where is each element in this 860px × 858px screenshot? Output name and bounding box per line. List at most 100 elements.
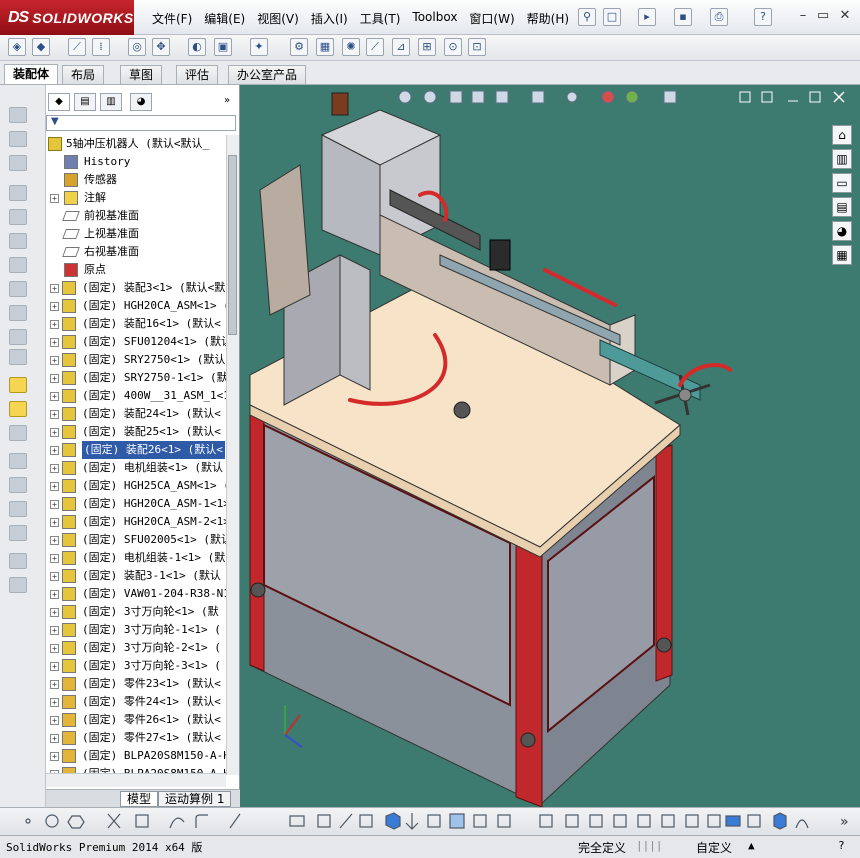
tree-row[interactable]: + (固定) 零件27<1> (默认< — [46, 729, 226, 747]
view-palette-icon[interactable]: ▤ — [832, 197, 852, 217]
save-icon[interactable]: ▪ — [674, 8, 692, 26]
menu-item-3[interactable]: 插入(I) — [305, 8, 354, 29]
expand-icon[interactable]: + — [50, 464, 59, 473]
expand-icon[interactable]: + — [50, 392, 59, 401]
edit-component-strip-icon[interactable] — [9, 107, 27, 123]
command-tab-1[interactable]: 布局 — [62, 65, 105, 84]
assembly-features-strip-icon[interactable] — [9, 329, 27, 345]
command-tab-0[interactable]: 装配体 — [4, 64, 59, 84]
expand-icon[interactable]: + — [50, 572, 59, 581]
feature-manager-tab-icon[interactable]: ◆ — [48, 93, 70, 111]
linear-pattern-icon[interactable]: ⁞ — [92, 38, 110, 56]
expand-icon[interactable]: + — [50, 518, 59, 527]
open-document-icon[interactable]: ▸ — [638, 8, 656, 26]
tree-row[interactable]: 右视基准面 — [46, 243, 226, 261]
tree-row[interactable]: + (固定) HGH20CA_ASM-1<1> — [46, 495, 226, 513]
tree-row[interactable]: + (固定) 装配24<1> (默认< — [46, 405, 226, 423]
tree-scroll-thumb[interactable] — [228, 155, 237, 335]
expand-icon[interactable]: + — [50, 374, 59, 383]
design-library-icon[interactable]: ▥ — [832, 149, 852, 169]
show-hidden-strip-icon[interactable] — [9, 305, 27, 321]
solidworks-logo[interactable]: DS SOLIDWORKS — [0, 0, 134, 35]
tree-row[interactable]: + (固定) 零件26<1> (默认< — [46, 711, 226, 729]
menu-item-2[interactable]: 视图(V) — [251, 8, 305, 29]
mate-icon[interactable]: ⟋ — [68, 38, 86, 56]
hole-alignment-icon[interactable]: ⊙ — [444, 38, 462, 56]
instant3d-icon[interactable]: ⊡ — [468, 38, 486, 56]
expand-icon[interactable]: + — [50, 356, 59, 365]
mate-strip-icon[interactable] — [9, 185, 27, 201]
status-help-icon[interactable]: ? — [838, 839, 845, 852]
display-manager-tab-icon[interactable]: ◕ — [130, 93, 152, 111]
clearance-verification-icon[interactable]: ⊞ — [418, 38, 436, 56]
menu-item-1[interactable]: 编辑(E) — [198, 8, 251, 29]
expand-icon[interactable]: + — [50, 194, 59, 203]
bottom-tab-0[interactable]: 模型 — [120, 791, 159, 807]
expand-icon[interactable]: + — [50, 536, 59, 545]
pin-icon[interactable]: ⚲ — [578, 8, 596, 26]
menu-item-7[interactable]: 帮助(H) — [521, 8, 575, 29]
custom-properties-icon[interactable]: ▦ — [832, 245, 852, 265]
interference-strip-icon[interactable] — [9, 453, 27, 469]
tree-row[interactable]: + (固定) BLPA20S8M150-A-H — [46, 747, 226, 765]
expand-icon[interactable]: + — [50, 608, 59, 617]
tree-row[interactable]: + (固定) 装配3-1<1> (默认 — [46, 567, 226, 585]
tree-row[interactable]: + (固定) 3寸万向轮-3<1> ( — [46, 657, 226, 675]
expand-icon[interactable]: + — [50, 716, 59, 725]
speedpak-icon[interactable] — [9, 577, 27, 593]
tree-row[interactable]: + (固定) HGH25CA_ASM<1> ( — [46, 477, 226, 495]
expand-icon[interactable]: + — [50, 626, 59, 635]
bottom-tab-1[interactable]: 运动算例 1 — [158, 791, 232, 807]
solidworks-resources-icon[interactable]: ⌂ — [832, 125, 852, 145]
assembly-features-icon[interactable]: ▣ — [214, 38, 232, 56]
tree-root-row[interactable]: 5轴冲压机器人 (默认<默认_ — [46, 135, 226, 153]
robot-model[interactable] — [240, 85, 860, 807]
reference-geometry-strip-icon[interactable] — [9, 349, 27, 365]
close-button[interactable]: ✕ — [838, 9, 852, 24]
bill-of-materials-icon[interactable]: ▦ — [316, 38, 334, 56]
menu-item-5[interactable]: Toolbox — [406, 8, 463, 29]
tree-row[interactable]: + (固定) 电机组装<1> (默认 — [46, 459, 226, 477]
tree-filter[interactable]: ▼ — [46, 115, 236, 131]
configuration-manager-tab-icon[interactable]: ▥ — [100, 93, 122, 111]
tree-horizontal-scrollbar[interactable] — [46, 773, 226, 787]
tree-row[interactable]: 原点 — [46, 261, 226, 279]
interference-detection-icon[interactable]: ⊿ — [392, 38, 410, 56]
status-custom[interactable]: 自定义 — [696, 839, 732, 856]
tree-row[interactable]: + (固定) 装配25<1> (默认< — [46, 423, 226, 441]
new-motion-study-strip-icon[interactable] — [9, 377, 27, 393]
tree-row[interactable]: + (固定) 零件23<1> (默认< — [46, 675, 226, 693]
move-component-strip-icon[interactable] — [9, 281, 27, 297]
clearance-strip-icon[interactable] — [9, 477, 27, 493]
explode-line-sketch-icon[interactable]: ⟋ — [366, 38, 384, 56]
bom-strip-icon[interactable] — [9, 401, 27, 417]
tree-row[interactable]: + (固定) 3寸万向轮-1<1> ( — [46, 621, 226, 639]
menu-item-0[interactable]: 文件(F) — [146, 8, 198, 29]
reference-geometry-icon[interactable]: ✦ — [250, 38, 268, 56]
expand-icon[interactable]: + — [50, 320, 59, 329]
tree-row[interactable]: + (固定) 装配3<1> (默认<默 — [46, 279, 226, 297]
expand-icon[interactable]: + — [50, 698, 59, 707]
edit-component-icon[interactable]: ◈ — [8, 38, 26, 56]
new-document-icon[interactable]: □ — [603, 8, 621, 26]
menu-item-4[interactable]: 工具(T) — [354, 8, 407, 29]
insert-component-icon[interactable]: ◆ — [32, 38, 50, 56]
tree-row[interactable]: + (固定) SRY2750<1> (默认 — [46, 351, 226, 369]
appearances-icon[interactable]: ◕ — [832, 221, 852, 241]
show-hidden-icon[interactable]: ◐ — [188, 38, 206, 56]
move-component-icon[interactable]: ✥ — [152, 38, 170, 56]
tree-row[interactable]: 上视基准面 — [46, 225, 226, 243]
smart-fasteners-strip-icon[interactable] — [9, 257, 27, 273]
smart-fasteners-icon[interactable]: ◎ — [128, 38, 146, 56]
restore-button[interactable]: ▭ — [816, 9, 830, 24]
expand-icon[interactable]: + — [50, 590, 59, 599]
minimize-button[interactable]: – — [796, 9, 810, 24]
status-expand-icon[interactable]: ▲ — [748, 839, 755, 852]
tree-row[interactable]: + (固定) 电机组装-1<1> (默 — [46, 549, 226, 567]
exploded-view-strip-icon[interactable] — [9, 425, 27, 441]
expand-icon[interactable]: + — [50, 338, 59, 347]
expand-icon[interactable]: + — [50, 662, 59, 671]
tree-row[interactable]: History — [46, 153, 226, 171]
no-external-refs-icon[interactable] — [9, 131, 27, 147]
expand-icon[interactable]: + — [50, 410, 59, 419]
